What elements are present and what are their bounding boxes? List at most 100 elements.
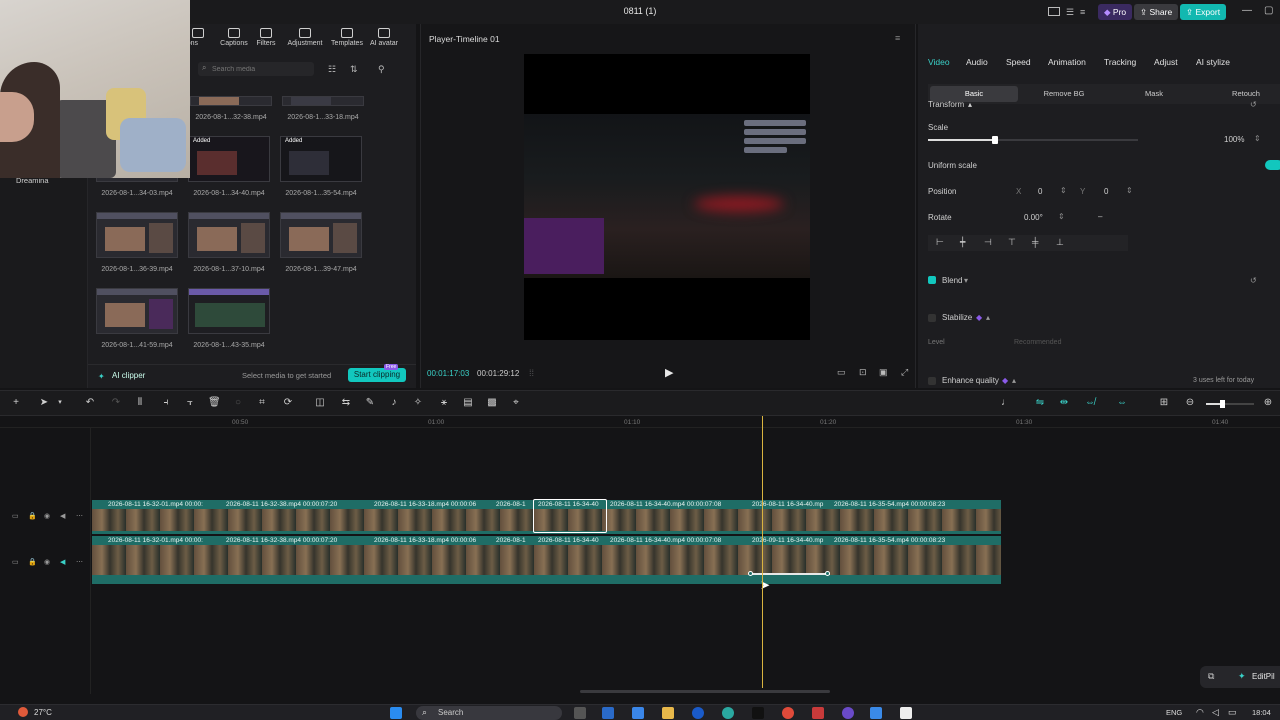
minimize-icon[interactable]: — (1242, 5, 1252, 16)
timeline-scrollbar[interactable] (580, 690, 830, 693)
eye-icon[interactable]: ◉ (44, 512, 50, 520)
folder-icon[interactable] (662, 707, 674, 719)
clip-label[interactable]: 2026-08-11 16-34-40.mp4 00:00:07:08 (610, 501, 721, 508)
crop-icon[interactable]: ⌗ (256, 397, 268, 409)
stepper-icon[interactable]: ⇕ (1254, 134, 1261, 143)
pos-x-stepper-icon[interactable]: ⇕ (1060, 186, 1067, 195)
weather-temp[interactable]: 27°C (34, 708, 52, 717)
clip-label[interactable]: 2026-08-11 16-34-40.mp4 00:00:07:08 (610, 537, 721, 544)
split-right-icon[interactable]: ⫟ (184, 397, 196, 409)
screen-icon[interactable]: ⧉ (1208, 671, 1214, 682)
search-input[interactable] (212, 63, 308, 75)
export-button[interactable]: ⇪ Export (1180, 4, 1227, 20)
volume-icon[interactable]: ◁ (1212, 707, 1219, 718)
scale-slider[interactable] (928, 136, 1138, 144)
clip-label[interactable]: 2026-08-11 16-32-38.mp4 00:00:07:20 (226, 501, 337, 508)
more-icon[interactable]: ⋯ (76, 512, 83, 520)
taskview-icon[interactable] (574, 707, 586, 719)
uniform-scale-toggle[interactable] (1265, 160, 1280, 170)
list-icon[interactable]: ≡ (1080, 7, 1085, 17)
level-select[interactable]: Recommended (1014, 339, 1061, 346)
audio-mute-icon[interactable]: ◀ (60, 558, 65, 566)
enhance-quality-checkbox[interactable] (928, 377, 936, 385)
reset-icon[interactable]: ↺ (1250, 100, 1257, 109)
wand-icon[interactable]: ⚹ (438, 397, 450, 409)
pos-y-stepper-icon[interactable]: ⇕ (1126, 186, 1133, 195)
share-button[interactable]: ⇪ Share (1134, 4, 1179, 20)
tiktok-icon[interactable] (752, 707, 764, 719)
tab-templates[interactable]: Templates (328, 28, 366, 47)
edge-icon[interactable] (722, 707, 734, 719)
align-left-icon[interactable]: ⊢ (936, 237, 944, 248)
pro-button[interactable]: ◆ Pro (1098, 4, 1133, 20)
split-left-icon[interactable]: ⫞ (160, 397, 172, 409)
rotate-dial-icon[interactable]: – (1098, 212, 1102, 221)
clip-label[interactable]: 2026-08-1 (496, 501, 526, 508)
lock-icon[interactable]: 🔒 (28, 558, 37, 566)
transform-icon[interactable]: ⌖ (510, 397, 522, 409)
link-icon[interactable]: ⇋ (1034, 397, 1046, 409)
playhead[interactable] (762, 416, 763, 688)
tab-video[interactable]: Video (928, 57, 950, 67)
select-icon[interactable]: ➤ (38, 397, 50, 409)
mic-icon[interactable]: ♩ (1000, 397, 1012, 409)
eye-icon[interactable]: ◉ (44, 558, 50, 566)
maximize-icon[interactable]: ▢ (1264, 5, 1273, 16)
tab-filters[interactable]: Filters (252, 28, 280, 47)
ratio-icon[interactable]: ▭ (837, 367, 846, 378)
media-thumb[interactable] (190, 96, 272, 106)
start-clipping-button[interactable]: Start clipping (348, 368, 406, 382)
media-thumb[interactable]: Added (188, 136, 270, 182)
battery-icon[interactable]: ▭ (1228, 707, 1237, 718)
track-cover-icon[interactable]: ▭ (12, 512, 19, 520)
store-icon[interactable] (602, 707, 614, 719)
editpilot-widget[interactable]: ⧉ ✦ EditPil (1200, 666, 1280, 688)
tab-ai-stylize[interactable]: AI stylize (1196, 57, 1230, 67)
chevron-up-icon[interactable]: ▴ (986, 313, 990, 322)
scale-slider-knob[interactable] (992, 136, 999, 144)
redo-icon[interactable]: ↷ (110, 397, 122, 409)
zoom-slider[interactable] (1206, 400, 1254, 408)
clip-label[interactable]: 2026-08-11 16-32-38.mp4 00:00:07:20 (226, 537, 337, 544)
menu-icon[interactable]: ☰ (1066, 7, 1074, 18)
taskbar-search[interactable]: ⌕ Search (416, 706, 562, 720)
sort-icon[interactable]: ⇅ (350, 64, 358, 75)
weather-icon[interactable] (18, 707, 28, 717)
windows-start-icon[interactable] (390, 707, 402, 719)
add-icon[interactable]: + (10, 397, 22, 409)
wifi-icon[interactable]: ◠ (1196, 707, 1204, 718)
tab-tracking[interactable]: Tracking (1104, 57, 1136, 67)
audio-mute-icon[interactable]: ◀ (60, 512, 65, 520)
blend-checkbox[interactable] (928, 276, 936, 284)
clip-label[interactable]: 2026-08-11 16-32-01.mp4 00:00: (108, 537, 203, 544)
discord-icon[interactable] (842, 707, 854, 719)
search-box[interactable]: ⌕ (198, 62, 314, 76)
chevron-down-icon[interactable]: ▾ (964, 276, 968, 285)
chevron-up-icon[interactable]: ▴ (968, 100, 972, 109)
subtab-retouch[interactable]: Retouch (1204, 86, 1280, 102)
video-track-2[interactable]: 2026-08-11 16-32-01.mp4 00:00: 2026-08-1… (92, 536, 1001, 584)
tab-speed[interactable]: Speed (1006, 57, 1031, 67)
blend-reset-icon[interactable]: ↺ (1250, 276, 1257, 285)
media-thumb[interactable] (280, 212, 362, 258)
align-right-icon[interactable]: ⊣ (984, 237, 992, 248)
hp-icon[interactable] (692, 707, 704, 719)
language-indicator[interactable]: ENG (1166, 708, 1182, 717)
undo-icon[interactable]: ↶ (84, 397, 96, 409)
app-icon[interactable] (812, 707, 824, 719)
fullscreen-icon[interactable]: ⤢ (901, 367, 908, 378)
media-thumb[interactable] (96, 288, 178, 334)
chevron-up-icon[interactable]: ▴ (1012, 376, 1016, 385)
tab-animation[interactable]: Animation (1048, 57, 1086, 67)
reverse-icon[interactable]: ⇆ (340, 397, 352, 409)
clip-label[interactable]: 2026-08-11 16-33-18.mp4 00:00:06 (374, 537, 476, 544)
delete-icon[interactable]: 🗑 (208, 397, 221, 409)
align-bottom-icon[interactable]: ⊥ (1056, 237, 1064, 248)
grid-view-icon[interactable]: ☷ (328, 64, 336, 75)
timecode-grid-icon[interactable]: ⁞⁞ (529, 368, 534, 378)
mirror-icon[interactable]: ◫ (314, 397, 326, 409)
freeze-icon[interactable]: ○ (232, 397, 244, 409)
keyframe-handle[interactable] (748, 571, 753, 576)
subtab-mask[interactable]: Mask (1112, 86, 1196, 102)
stabilize-checkbox[interactable] (928, 314, 936, 322)
